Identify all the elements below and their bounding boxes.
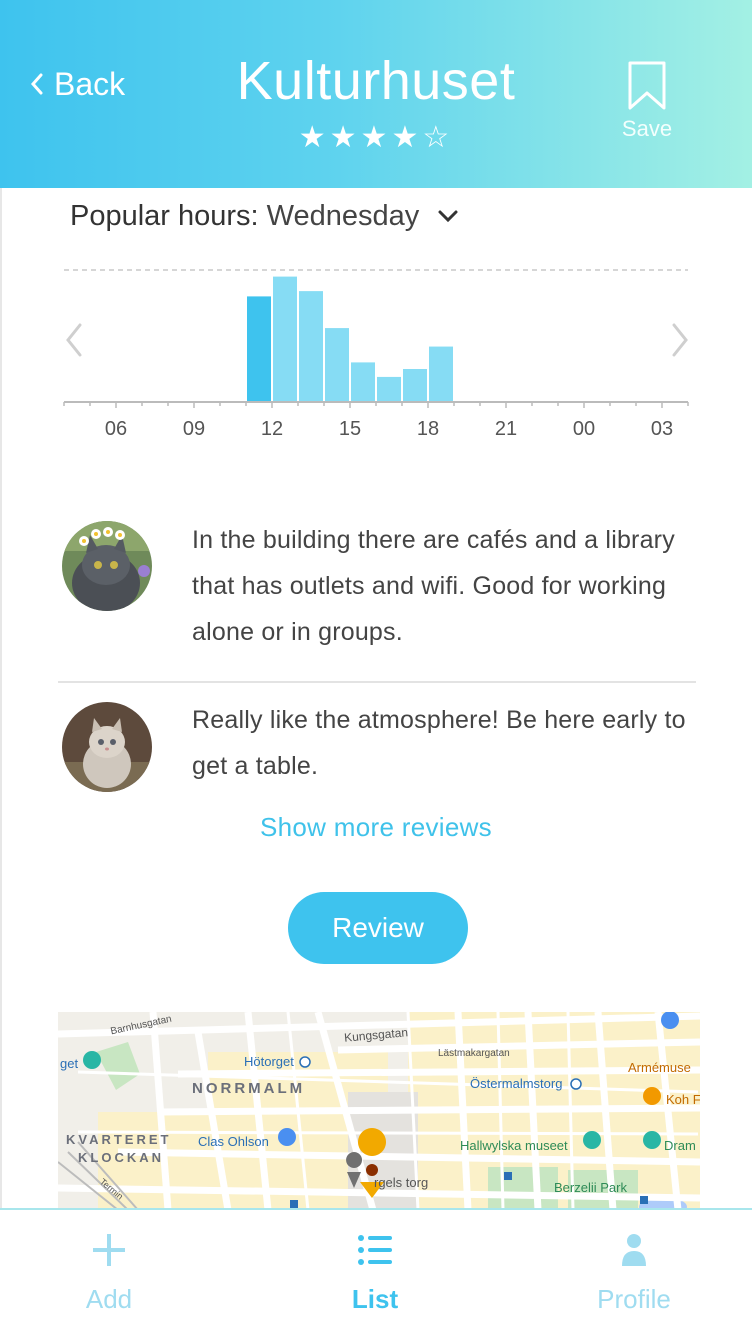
avatar <box>62 702 152 792</box>
map-label-get: get <box>60 1056 79 1071</box>
chart-bar <box>377 376 401 402</box>
star-icon: ★ <box>391 121 423 154</box>
map-label-sergels-torg: rgels torg <box>374 1175 429 1190</box>
star-icon: ★ <box>360 121 392 154</box>
chart-bar <box>299 291 323 402</box>
map-label-hallwylska: Hallwylska museet <box>460 1138 568 1153</box>
chart-bar <box>429 346 453 402</box>
save-label: Save <box>621 116 673 141</box>
kitten-avatar <box>62 702 152 792</box>
map-label-hotorget: Hötorget <box>244 1054 294 1069</box>
chart-bar <box>247 296 271 402</box>
show-more-reviews-link[interactable]: Show more reviews <box>0 812 752 843</box>
review-divider <box>58 681 696 683</box>
header-bar: Back Kulturhuset ★★★★☆ Save <box>0 0 752 188</box>
map-label-koh: Koh F <box>666 1092 700 1107</box>
map-label-clas-ohlson: Clas Ohlson <box>198 1134 269 1149</box>
popular-hours-header: Popular hours: Wednesday <box>70 196 459 236</box>
map-label-klockan: KLOCKAN <box>78 1150 164 1165</box>
day-selector[interactable]: Wednesday <box>267 200 420 233</box>
chart-tick-label: 18 <box>417 418 439 440</box>
map-label-drama: Dram <box>664 1138 696 1153</box>
chart-bar <box>351 362 375 402</box>
chart-bar <box>403 369 427 402</box>
nav-add[interactable]: Add <box>9 1210 209 1332</box>
avatar <box>62 521 152 611</box>
popular-hours-chart-svg: 06 09 12 15 18 21 00 03 <box>63 269 689 440</box>
cat-with-flower-crown-avatar <box>62 521 152 611</box>
save-button[interactable]: Save <box>612 60 682 142</box>
list-icon <box>358 1235 392 1265</box>
review-button[interactable]: Review <box>288 892 468 964</box>
chart-tick-label: 15 <box>339 418 361 440</box>
star-icon: ★ <box>298 121 330 154</box>
review-item: Really like the atmosphere! Be here earl… <box>58 700 696 800</box>
nav-profile-label: Profile <box>597 1284 671 1314</box>
person-icon <box>622 1234 646 1266</box>
plus-icon <box>93 1234 125 1266</box>
nav-list-label: List <box>351 1284 399 1314</box>
chart-bar <box>325 328 349 402</box>
map-label-kvarteret: KVARTERET <box>66 1132 172 1147</box>
popular-hours-chart: 06 09 12 15 18 21 00 03 <box>0 250 752 450</box>
bottom-navigation: Add List Profile <box>0 1208 752 1332</box>
chart-tick-label: 21 <box>495 418 517 440</box>
map-label-berzelii-park: Berzelii Park <box>554 1180 627 1195</box>
star-icon: ★ <box>329 121 361 154</box>
star-outline-icon: ☆ <box>422 121 454 154</box>
chevron-down-icon[interactable] <box>437 209 459 223</box>
chart-tick-label: 09 <box>183 418 205 440</box>
chart-tick-label: 00 <box>573 418 595 440</box>
review-item: In the building there are cafés and a li… <box>58 520 696 670</box>
chevron-right-icon[interactable] <box>664 320 694 360</box>
chart-bar <box>273 276 297 402</box>
chevron-left-icon[interactable] <box>60 320 90 360</box>
chart-tick-label: 06 <box>105 418 127 440</box>
map-label-normalm: NORRMALM <box>192 1080 306 1097</box>
chart-tick-label: 03 <box>651 418 673 440</box>
nav-profile[interactable]: Profile <box>534 1210 734 1332</box>
map-label-armemuseum: Armémuse <box>628 1060 691 1075</box>
map-label-ostermalmstorg: Östermalmstorg <box>470 1076 563 1091</box>
review-text: Really like the atmosphere! Be here earl… <box>192 706 686 780</box>
nav-list[interactable]: List <box>275 1210 475 1332</box>
chart-tick-label: 12 <box>261 418 283 440</box>
bookmark-icon <box>628 61 666 110</box>
map-view[interactable]: Barnhusgatan Kungsgatan get Hötorget Läs… <box>58 1012 700 1210</box>
popular-hours-label: Popular hours: <box>70 199 259 232</box>
nav-add-label: Add <box>85 1284 133 1314</box>
review-text: In the building there are cafés and a li… <box>192 526 675 646</box>
map-label-lastmakargatan: Lästmakargatan <box>438 1048 510 1059</box>
